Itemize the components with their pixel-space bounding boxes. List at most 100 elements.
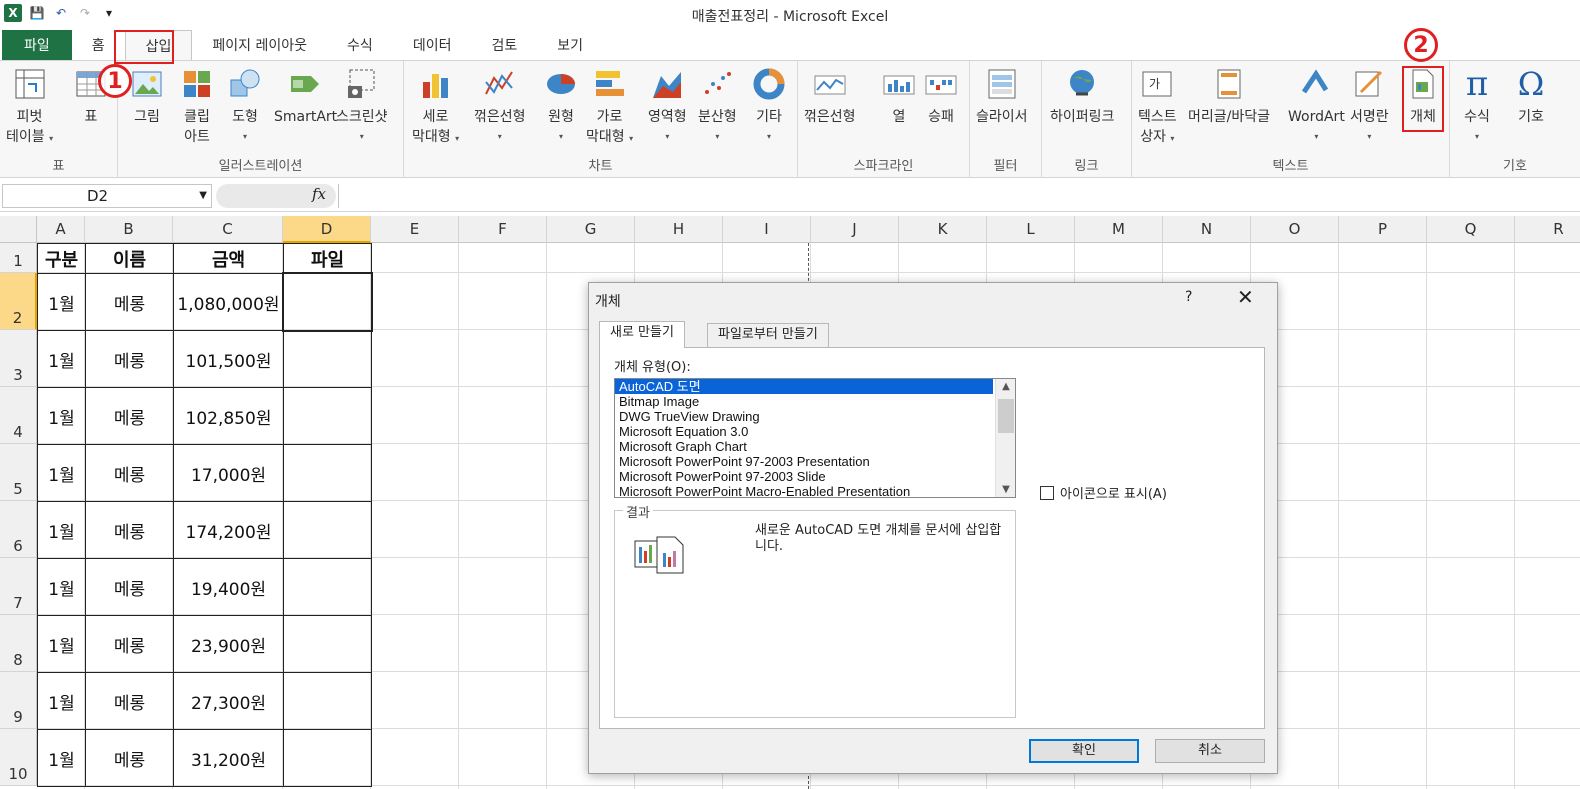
- checkbox-box[interactable]: [1040, 485, 1054, 500]
- row-header-6[interactable]: 6: [0, 501, 37, 558]
- pie-chart-button[interactable]: 원형 ▾: [544, 67, 578, 147]
- header-cell[interactable]: 금액: [173, 243, 284, 274]
- column-header-e[interactable]: E: [371, 216, 459, 243]
- table-cell[interactable]: [283, 444, 372, 502]
- table-cell[interactable]: 메롱: [85, 273, 174, 331]
- formula-input[interactable]: [338, 184, 1580, 208]
- ok-button[interactable]: 확인: [1029, 739, 1139, 763]
- shapes-button[interactable]: 도형 ▾: [228, 67, 262, 147]
- column-header-b[interactable]: B: [85, 216, 173, 243]
- header-cell[interactable]: 이름: [85, 243, 174, 274]
- table-cell[interactable]: 101,500원: [173, 330, 284, 388]
- table-cell[interactable]: [283, 501, 372, 559]
- smartart-button[interactable]: SmartArt: [274, 67, 337, 127]
- insert-function-icon[interactable]: fx: [312, 185, 326, 203]
- table-cell[interactable]: 메롱: [85, 558, 174, 616]
- object-type-item[interactable]: Microsoft Graph Chart: [615, 439, 1015, 454]
- table-cell[interactable]: 메롱: [85, 387, 174, 445]
- row-header-3[interactable]: 3: [0, 330, 37, 387]
- table-cell[interactable]: 1월: [37, 615, 86, 673]
- equation-button[interactable]: π 수식 ▾: [1460, 67, 1494, 147]
- table-cell[interactable]: [283, 615, 372, 673]
- table-cell[interactable]: [283, 558, 372, 616]
- scroll-thumb[interactable]: [998, 399, 1014, 433]
- column-header-a[interactable]: A: [37, 216, 85, 243]
- column-header-p[interactable]: P: [1339, 216, 1427, 243]
- pivot-table-button[interactable]: 피벗 테이블 ▾: [6, 67, 53, 149]
- object-type-item[interactable]: Microsoft PowerPoint 97-2003 Slide: [615, 469, 1015, 484]
- column-chart-button[interactable]: 세로 막대형 ▾: [412, 67, 459, 149]
- close-icon[interactable]: ✕: [1237, 285, 1254, 309]
- textbox-button[interactable]: 가 텍스트 상자 ▾: [1138, 67, 1177, 149]
- tab-file[interactable]: 파일: [2, 30, 72, 60]
- table-cell[interactable]: 메롱: [85, 615, 174, 673]
- column-header-i[interactable]: I: [723, 216, 811, 243]
- area-chart-button[interactable]: 영역형 ▾: [648, 67, 687, 147]
- sparkline-line-button[interactable]: 꺾은선형: [804, 67, 856, 127]
- row-header-9[interactable]: 9: [0, 672, 37, 729]
- table-cell[interactable]: 27,300원: [173, 672, 284, 730]
- tab-page-layout[interactable]: 페이지 레이아웃: [192, 30, 327, 60]
- tab-create-from-file[interactable]: 파일로부터 만들기: [707, 323, 829, 347]
- column-header-r[interactable]: R: [1515, 216, 1580, 243]
- column-header-q[interactable]: Q: [1427, 216, 1515, 243]
- column-header-f[interactable]: F: [459, 216, 547, 243]
- tab-formulas[interactable]: 수식: [327, 30, 393, 60]
- select-all-corner[interactable]: [0, 216, 37, 243]
- column-header-m[interactable]: M: [1075, 216, 1163, 243]
- table-cell[interactable]: 1월: [37, 330, 86, 388]
- sparkline-column-button[interactable]: 열: [882, 67, 916, 127]
- column-header-j[interactable]: J: [811, 216, 899, 243]
- table-cell[interactable]: 23,900원: [173, 615, 284, 673]
- name-box-dropdown-icon[interactable]: ▼: [199, 185, 207, 207]
- row-header-10[interactable]: 10: [0, 729, 37, 786]
- signature-line-button[interactable]: 서명란 ▾: [1350, 67, 1389, 147]
- object-type-item[interactable]: Microsoft PowerPoint 97-2003 Presentatio…: [615, 454, 1015, 469]
- row-header-7[interactable]: 7: [0, 558, 37, 615]
- table-cell[interactable]: 메롱: [85, 729, 174, 787]
- object-type-item[interactable]: Microsoft PowerPoint Macro-Enabled Prese…: [615, 484, 1015, 497]
- display-as-icon-checkbox[interactable]: 아이콘으로 표시(A): [1040, 483, 1167, 502]
- table-cell[interactable]: 메롱: [85, 501, 174, 559]
- table-cell[interactable]: 메롱: [85, 444, 174, 502]
- cancel-button[interactable]: 취소: [1155, 739, 1265, 763]
- column-header-h[interactable]: H: [635, 216, 723, 243]
- row-header-4[interactable]: 4: [0, 387, 37, 444]
- scatter-chart-button[interactable]: 분산형 ▾: [698, 67, 737, 147]
- scroll-up-icon[interactable]: ▲: [996, 381, 1015, 392]
- sparkline-winloss-button[interactable]: 승패: [924, 67, 958, 127]
- tab-data[interactable]: 데이터: [393, 30, 472, 60]
- table-cell[interactable]: 1월: [37, 729, 86, 787]
- table-cell[interactable]: 메롱: [85, 330, 174, 388]
- table-cell[interactable]: 1월: [37, 501, 86, 559]
- object-type-list[interactable]: AutoCAD 도면 Bitmap Image DWG TrueView Drawi…: [614, 378, 1016, 498]
- table-cell[interactable]: [283, 729, 372, 787]
- column-header-g[interactable]: G: [547, 216, 635, 243]
- tab-create-new[interactable]: 새로 만들기: [599, 321, 685, 348]
- object-type-item[interactable]: DWG TrueView Drawing: [615, 409, 1015, 424]
- table-cell[interactable]: 1월: [37, 444, 86, 502]
- screenshot-button[interactable]: 스크린샷 ▾: [336, 67, 388, 147]
- row-header-8[interactable]: 8: [0, 615, 37, 672]
- table-cell[interactable]: 174,200원: [173, 501, 284, 559]
- column-header-o[interactable]: O: [1251, 216, 1339, 243]
- row-header-2[interactable]: 2: [0, 273, 37, 330]
- object-type-item[interactable]: Microsoft Equation 3.0: [615, 424, 1015, 439]
- table-cell[interactable]: [283, 672, 372, 730]
- table-cell[interactable]: 19,400원: [173, 558, 284, 616]
- column-header-k[interactable]: K: [899, 216, 987, 243]
- tab-view[interactable]: 보기: [537, 30, 603, 60]
- other-charts-button[interactable]: 기타 ▾: [752, 67, 786, 147]
- column-header-d[interactable]: D: [283, 216, 371, 243]
- wordart-button[interactable]: WordArt ▾: [1288, 67, 1345, 147]
- table-cell[interactable]: 1월: [37, 273, 86, 331]
- header-cell[interactable]: 파일: [283, 243, 372, 274]
- header-footer-button[interactable]: 머리글/바닥글: [1188, 67, 1270, 127]
- picture-button[interactable]: 그림: [130, 67, 164, 127]
- object-type-item[interactable]: Bitmap Image: [615, 394, 1015, 409]
- table-cell[interactable]: [283, 330, 372, 388]
- table-cell[interactable]: 메롱: [85, 672, 174, 730]
- row-header-1[interactable]: 1: [0, 243, 37, 273]
- slicer-button[interactable]: 슬라이서: [976, 67, 1028, 127]
- table-cell[interactable]: 17,000원: [173, 444, 284, 502]
